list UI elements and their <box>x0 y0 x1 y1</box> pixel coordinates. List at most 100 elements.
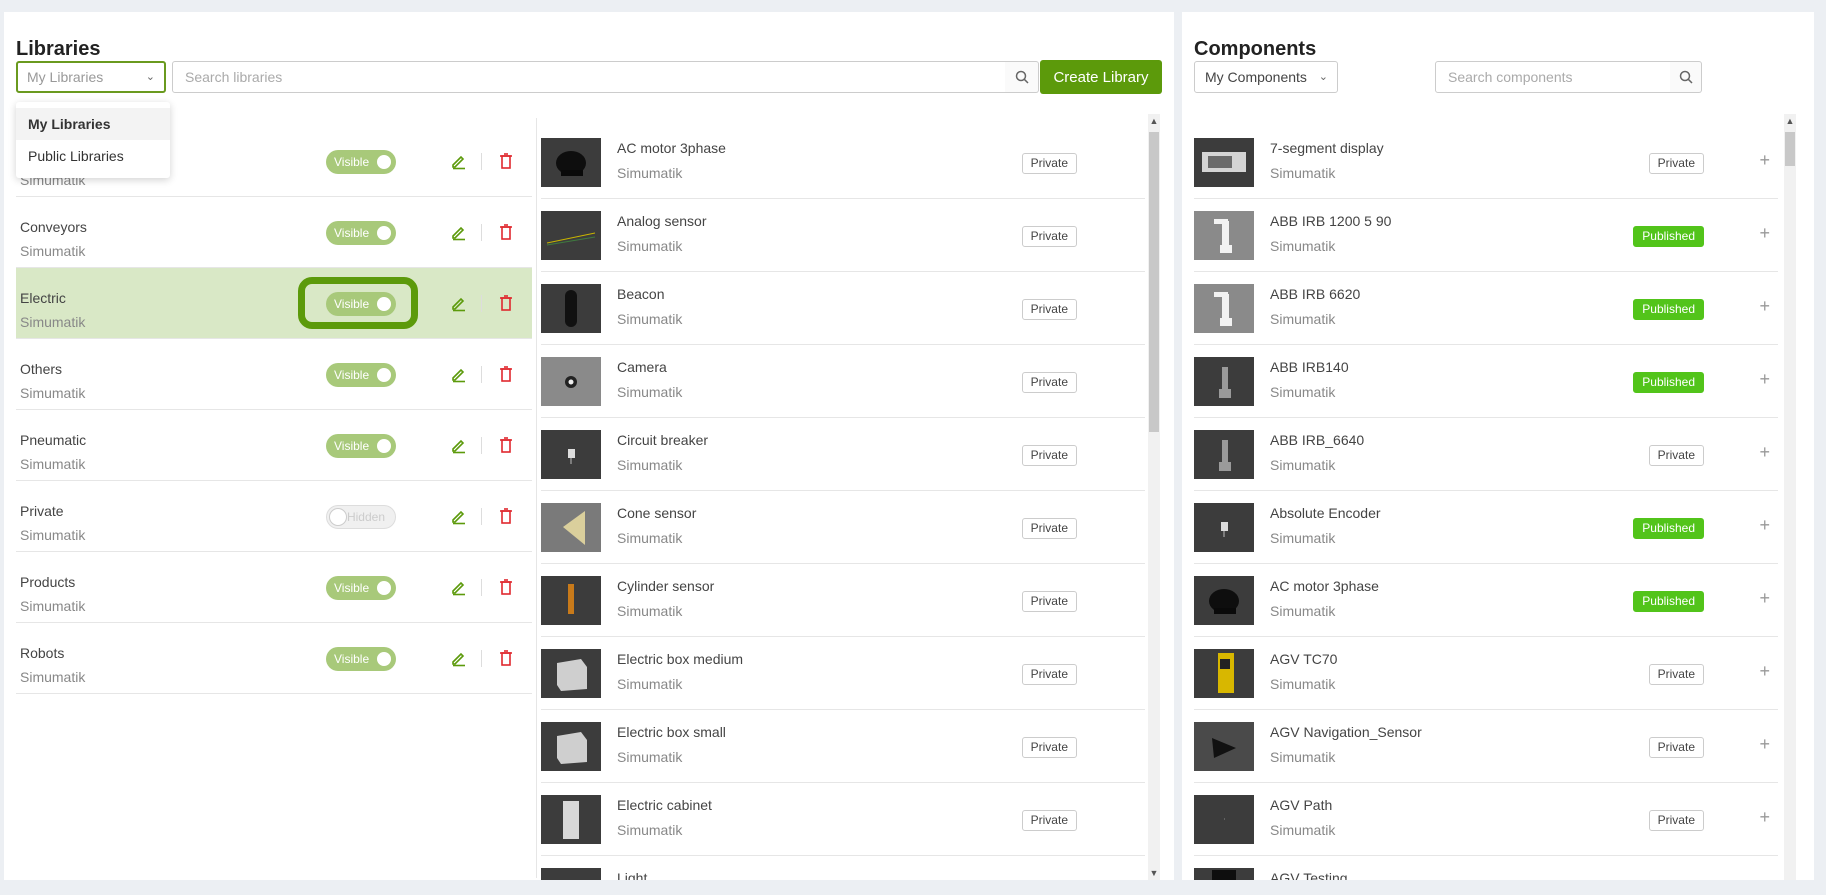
toggle-knob <box>375 295 393 313</box>
scroll-down-arrow[interactable]: ▼ <box>1148 868 1160 878</box>
component-row[interactable]: Camera Simumatik Private <box>541 345 1145 418</box>
add-icon[interactable]: + <box>1759 661 1770 682</box>
component-row[interactable]: AGV TestingSimumatikPrivate+ <box>1194 856 1778 880</box>
add-icon[interactable]: + <box>1759 296 1770 317</box>
trash-icon[interactable] <box>497 436 515 454</box>
scroll-up-arrow[interactable]: ▲ <box>1784 116 1796 126</box>
component-owner: Simumatik <box>1270 238 1336 254</box>
component-owner: Simumatik <box>617 165 683 181</box>
edit-icon[interactable] <box>450 649 468 667</box>
visibility-toggle[interactable]: Visible <box>326 647 396 671</box>
library-row[interactable]: Others Simumatik Visible <box>16 339 532 410</box>
visibility-toggle[interactable]: Visible <box>326 576 396 600</box>
component-search-input[interactable] <box>1435 61 1671 93</box>
visibility-toggle[interactable]: Visible <box>326 221 396 245</box>
component-row[interactable]: AGV Path Simumatik Private + <box>1194 783 1778 856</box>
component-owner: Simumatik <box>1270 165 1336 181</box>
component-thumbnail <box>1194 503 1254 552</box>
status-badge: Published <box>1633 518 1704 539</box>
library-row[interactable]: Electric Simumatik Visible <box>16 268 532 339</box>
library-list: ActuatorsSimumatikVisibleConveyorsSimuma… <box>16 126 532 694</box>
component-row[interactable]: ABB IRB 1200 5 90 Simumatik Published + <box>1194 199 1778 272</box>
library-search-button[interactable] <box>1005 61 1039 93</box>
edit-icon[interactable] <box>450 578 468 596</box>
component-thumbnail <box>1194 357 1254 406</box>
component-thumbnail <box>541 649 601 698</box>
component-thumbnail <box>1194 722 1254 771</box>
component-row[interactable]: Absolute Encoder Simumatik Published + <box>1194 491 1778 564</box>
status-badge: Private <box>1648 153 1704 174</box>
edit-icon[interactable] <box>450 223 468 241</box>
component-name: ABB IRB 1200 5 90 <box>1270 213 1392 229</box>
add-icon[interactable]: + <box>1759 442 1770 463</box>
visibility-toggle[interactable]: Visible <box>326 363 396 387</box>
library-row[interactable]: Private Simumatik Hidden <box>16 481 532 552</box>
component-row[interactable]: Electric box small Simumatik Private <box>541 710 1145 783</box>
edit-icon[interactable] <box>450 152 468 170</box>
library-row[interactable]: Robots Simumatik Visible <box>16 623 532 694</box>
add-icon[interactable]: + <box>1759 807 1770 828</box>
visibility-toggle[interactable]: Visible <box>326 434 396 458</box>
component-row[interactable]: Circuit breaker Simumatik Private <box>541 418 1145 491</box>
trash-icon[interactable] <box>497 294 515 312</box>
component-row[interactable]: Cone sensor Simumatik Private <box>541 491 1145 564</box>
component-filter-select[interactable]: My Components ⌄ <box>1194 61 1338 93</box>
components-scrollbar[interactable]: ▲ <box>1784 114 1796 880</box>
visibility-toggle[interactable]: Visible <box>326 292 396 316</box>
create-library-button[interactable]: Create Library <box>1040 60 1162 94</box>
component-row[interactable]: Analog sensor Simumatik Private <box>541 199 1145 272</box>
component-row[interactable]: AC motor 3phase Simumatik Private <box>541 126 1145 199</box>
libraries-title: Libraries <box>16 38 101 60</box>
trash-icon[interactable] <box>497 649 515 667</box>
edit-icon[interactable] <box>450 365 468 383</box>
component-row[interactable]: ABB IRB140 Simumatik Published + <box>1194 345 1778 418</box>
component-row[interactable]: Electric cabinet Simumatik Private <box>541 783 1145 856</box>
add-icon[interactable]: + <box>1759 150 1770 171</box>
scroll-up-arrow[interactable]: ▲ <box>1148 116 1160 126</box>
component-row[interactable]: ABB IRB_6640 Simumatik Private + <box>1194 418 1778 491</box>
library-row[interactable]: Products Simumatik Visible <box>16 552 532 623</box>
dropdown-option-public-libraries[interactable]: Public Libraries <box>16 140 170 172</box>
dropdown-option-my-libraries[interactable]: My Libraries <box>16 108 170 140</box>
add-icon[interactable]: + <box>1759 223 1770 244</box>
add-icon[interactable]: + <box>1759 588 1770 609</box>
component-row[interactable]: AC motor 3phase Simumatik Published + <box>1194 564 1778 637</box>
add-icon[interactable]: + <box>1759 369 1770 390</box>
component-owner: Simumatik <box>1270 603 1336 619</box>
edit-icon[interactable] <box>450 294 468 312</box>
library-filter-select[interactable]: My Libraries ⌄ <box>16 61 166 93</box>
component-row[interactable]: LightSimumatikPrivate <box>541 856 1145 880</box>
trash-icon[interactable] <box>497 578 515 596</box>
library-row[interactable]: Conveyors Simumatik Visible <box>16 197 532 268</box>
edit-icon[interactable] <box>450 436 468 454</box>
component-row[interactable]: Electric box medium Simumatik Private <box>541 637 1145 710</box>
scroll-thumb[interactable] <box>1785 132 1795 166</box>
trash-icon[interactable] <box>497 152 515 170</box>
scroll-thumb[interactable] <box>1149 132 1159 432</box>
component-row[interactable]: AGV Navigation_Sensor Simumatik Private + <box>1194 710 1778 783</box>
add-icon[interactable]: + <box>1759 734 1770 755</box>
status-badge: Private <box>1021 810 1077 831</box>
visibility-toggle[interactable]: Visible <box>326 150 396 174</box>
visibility-toggle[interactable]: Hidden <box>326 505 396 529</box>
status-badge: Private <box>1021 372 1077 393</box>
component-search-button[interactable] <box>1670 61 1702 93</box>
library-row[interactable]: Pneumatic Simumatik Visible <box>16 410 532 481</box>
visibility-toggle-label: Visible <box>334 155 370 169</box>
library-search-input[interactable] <box>172 61 1006 93</box>
component-row[interactable]: Beacon Simumatik Private <box>541 272 1145 345</box>
library-owner: Simumatik <box>20 314 86 330</box>
add-icon[interactable]: + <box>1759 515 1770 536</box>
library-owner: Simumatik <box>20 385 86 401</box>
edit-icon[interactable] <box>450 507 468 525</box>
trash-icon[interactable] <box>497 365 515 383</box>
trash-icon[interactable] <box>497 223 515 241</box>
component-owner: Simumatik <box>1270 530 1336 546</box>
component-row[interactable]: ABB IRB 6620 Simumatik Published + <box>1194 272 1778 345</box>
component-row[interactable]: Cylinder sensor Simumatik Private <box>541 564 1145 637</box>
components-panel: Components My Components ⌄ 7-segment dis… <box>1182 12 1814 880</box>
trash-icon[interactable] <box>497 507 515 525</box>
library-components-scrollbar[interactable]: ▲ ▼ <box>1148 114 1160 880</box>
component-row[interactable]: AGV TC70 Simumatik Private + <box>1194 637 1778 710</box>
component-row[interactable]: 7-segment display Simumatik Private + <box>1194 126 1778 199</box>
